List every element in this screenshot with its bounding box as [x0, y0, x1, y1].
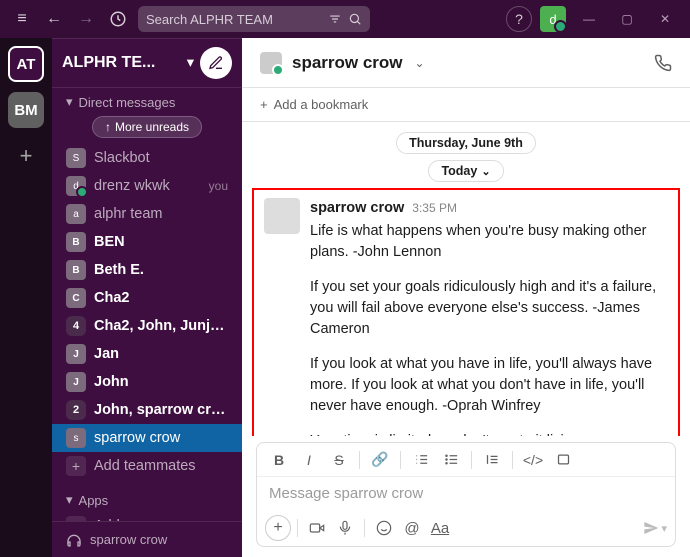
dm-alphr-team[interactable]: aalphr team — [52, 200, 242, 228]
composer-input[interactable]: Message sparrow crow — [257, 477, 675, 510]
codeblock-button[interactable] — [549, 447, 577, 473]
date-divider-today[interactable]: Today ⌄ — [428, 160, 503, 182]
avatar-count: 4 — [66, 316, 86, 336]
avatar: a — [66, 204, 86, 224]
dm-sparrow-crow[interactable]: ssparrow crow — [52, 424, 242, 452]
channel-name[interactable]: sparrow crow — [292, 53, 403, 73]
emoji-button[interactable] — [371, 515, 397, 541]
section-apps[interactable]: ▾ Apps — [52, 488, 242, 512]
menu-button[interactable]: ≡ — [10, 7, 34, 31]
workspace-rail: AT BM + — [0, 38, 52, 557]
avatar: B — [66, 260, 86, 280]
message-text: If you set your goals ridiculously high … — [310, 277, 668, 340]
headphones-icon — [66, 532, 82, 548]
bullet-list-button[interactable] — [437, 447, 465, 473]
workspace-other[interactable]: BM — [8, 92, 44, 128]
add-apps[interactable]: +Add apps — [52, 512, 242, 521]
avatar-count: 2 — [66, 400, 86, 420]
strike-button[interactable]: S — [325, 447, 353, 473]
message-avatar[interactable] — [264, 198, 300, 234]
message-text: Your time is limited, so don't waste it … — [310, 431, 668, 436]
format-toggle[interactable]: Aa — [427, 515, 453, 541]
dm-ben[interactable]: BBEN — [52, 228, 242, 256]
dm-group-john[interactable]: 2John, sparrow crow — [52, 396, 242, 424]
sidebar-header[interactable]: ALPHR TE... ▾ — [52, 38, 242, 88]
channel-header: sparrow crow ⌄ — [242, 38, 690, 88]
channel-avatar — [260, 52, 282, 74]
ordered-list-button[interactable] — [407, 447, 435, 473]
window-close[interactable]: ✕ — [650, 4, 680, 34]
avatar: J — [66, 372, 86, 392]
search-input[interactable] — [146, 12, 322, 27]
history-button[interactable] — [106, 7, 130, 31]
workspace-add[interactable]: + — [8, 138, 44, 174]
message-text: If you look at what you have in life, yo… — [310, 354, 668, 417]
dm-beth[interactable]: BBeth E. — [52, 256, 242, 284]
chevron-down-icon: ▾ — [187, 55, 194, 71]
dm-john[interactable]: JJohn — [52, 368, 242, 396]
plus-icon: + — [66, 456, 86, 476]
attach-button[interactable]: + — [265, 515, 291, 541]
highlighted-message-box: sparrow crow 3:35 PM Life is what happen… — [252, 188, 680, 436]
nav-back[interactable]: ← — [42, 7, 66, 31]
audio-button[interactable] — [332, 515, 358, 541]
avatar: s — [66, 428, 86, 448]
mention-button[interactable]: @ — [399, 515, 425, 541]
composer-actions: + @ Aa ▾ — [257, 510, 675, 546]
sidebar: ALPHR TE... ▾ ▾ Direct messages ↑ More u… — [52, 38, 242, 557]
message-text: Life is what happens when you're busy ma… — [310, 221, 668, 263]
avatar: B — [66, 232, 86, 252]
workspace-current[interactable]: AT — [8, 46, 44, 82]
dm-cha2[interactable]: CCha2 — [52, 284, 242, 312]
filter-icon[interactable] — [328, 12, 342, 26]
window-maximize[interactable]: ▢ — [612, 4, 642, 34]
section-direct-messages[interactable]: ▾ Direct messages — [52, 90, 242, 114]
add-teammates[interactable]: +Add teammates — [52, 452, 242, 480]
formatting-toolbar: B I S 🔗 </> — [257, 443, 675, 477]
nav-forward[interactable]: → — [74, 7, 98, 31]
blockquote-button[interactable] — [478, 447, 506, 473]
call-button[interactable] — [654, 54, 672, 72]
dm-group-cha2[interactable]: 4Cha2, John, Junjun, ... — [52, 312, 242, 340]
link-button[interactable]: 🔗 — [366, 447, 394, 473]
workspace-name: ALPHR TE... — [62, 54, 181, 72]
user-avatar[interactable]: d — [540, 6, 566, 32]
send-button[interactable]: ▾ — [643, 520, 667, 536]
chevron-down-icon: ⌄ — [481, 165, 490, 178]
messages-area: Thursday, June 9th Today ⌄ sparrow crow … — [242, 122, 690, 436]
avatar: d — [66, 176, 86, 196]
avatar: S — [66, 148, 86, 168]
dm-self[interactable]: ddrenz wkwkyou — [52, 172, 242, 200]
dm-slackbot[interactable]: SSlackbot — [52, 144, 242, 172]
search-icon[interactable] — [348, 12, 362, 26]
code-button[interactable]: </> — [519, 447, 547, 473]
bookmark-bar[interactable]: + Add a bookmark — [242, 88, 690, 122]
titlebar: ≡ ← → ? d — ▢ ✕ — [0, 0, 690, 38]
help-button[interactable]: ? — [506, 6, 532, 32]
composer: B I S 🔗 </> Message sparrow crow + — [256, 442, 676, 547]
window-minimize[interactable]: — — [574, 4, 604, 34]
avatar: C — [66, 288, 86, 308]
main-pane: sparrow crow ⌄ + Add a bookmark Thursday… — [242, 38, 690, 557]
bold-button[interactable]: B — [265, 447, 293, 473]
date-divider-prev[interactable]: Thursday, June 9th — [396, 132, 536, 154]
compose-button[interactable] — [200, 47, 232, 79]
chevron-down-icon[interactable]: ⌄ — [415, 56, 425, 70]
video-button[interactable] — [304, 515, 330, 541]
dm-jan[interactable]: JJan — [52, 340, 242, 368]
italic-button[interactable]: I — [295, 447, 323, 473]
more-unreads-pill[interactable]: ↑ More unreads — [92, 116, 202, 138]
avatar: J — [66, 344, 86, 364]
search-box[interactable] — [138, 6, 370, 32]
message: sparrow crow 3:35 PM Life is what happen… — [264, 198, 668, 436]
message-author[interactable]: sparrow crow — [310, 198, 404, 219]
huddle-bar[interactable]: sparrow crow — [52, 521, 242, 557]
message-time: 3:35 PM — [412, 200, 457, 217]
